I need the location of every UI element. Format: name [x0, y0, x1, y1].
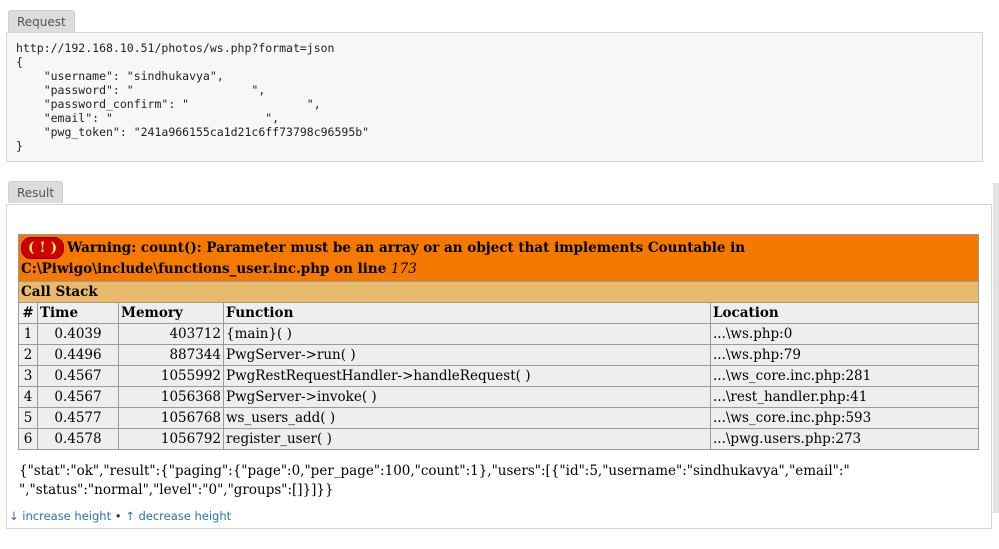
- request-panel: http://192.168.10.51/photos/ws.php?forma…: [6, 32, 983, 162]
- cell-memory: 887344: [118, 344, 224, 366]
- cell-time: 0.4578: [37, 428, 119, 450]
- warning-icon: ( ! ): [21, 237, 65, 259]
- cell-location: ...\ws_core.inc.php:593: [710, 407, 979, 429]
- tab-request[interactable]: Request: [8, 10, 75, 32]
- increase-height-link[interactable]: ↓ increase height: [9, 509, 111, 523]
- table-row: 3 0.4567 1055992 PwgRestRequestHandler->…: [18, 365, 979, 387]
- warning-message: ( ! ) Warning: count(): Parameter must be…: [18, 234, 979, 282]
- cell-memory: 1056368: [118, 386, 224, 408]
- column-header-function: Function: [223, 302, 711, 324]
- call-stack-header-row: # Time Memory Function Location: [18, 302, 979, 324]
- xdebug-error-table: ( ! ) Warning: count(): Parameter must be…: [18, 234, 979, 450]
- cell-memory: 1056792: [118, 428, 224, 450]
- cell-function: PwgServer->invoke( ): [223, 386, 711, 408]
- separator-dot: •: [114, 509, 122, 523]
- table-row: 5 0.4577 1056768 ws_users_add( ) ...\ws_…: [18, 407, 979, 429]
- cell-function: ws_users_add( ): [223, 407, 711, 429]
- cell-index: 2: [18, 344, 38, 366]
- height-controls: ↓ increase height • ↑ decrease height: [9, 509, 231, 523]
- table-row: 4 0.4567 1056368 PwgServer->invoke( ) ..…: [18, 386, 979, 408]
- table-row: 6 0.4578 1056792 register_user( ) ...\pw…: [18, 428, 979, 450]
- tab-result[interactable]: Result: [8, 181, 64, 203]
- cell-location: ...\rest_handler.php:41: [710, 386, 979, 408]
- cell-location: ...\ws.php:0: [710, 323, 979, 345]
- cell-function: {main}( ): [223, 323, 711, 345]
- table-row: 1 0.4039 403712 {main}( ) ...\ws.php:0: [18, 323, 979, 345]
- cell-index: 3: [18, 365, 38, 387]
- cell-memory: 1055992: [118, 365, 224, 387]
- json-response-text[interactable]: {"stat":"ok","result":{"paging":{"page":…: [19, 462, 979, 500]
- cell-index: 6: [18, 428, 38, 450]
- warning-text: Warning: count(): Parameter must be an a…: [21, 240, 746, 277]
- cell-time: 0.4567: [37, 386, 119, 408]
- cell-time: 0.4577: [37, 407, 119, 429]
- cell-memory: 1056768: [118, 407, 224, 429]
- column-header-memory: Memory: [118, 302, 224, 324]
- cell-time: 0.4496: [37, 344, 119, 366]
- request-body[interactable]: http://192.168.10.51/photos/ws.php?forma…: [7, 33, 982, 153]
- decrease-height-link[interactable]: ↑ decrease height: [125, 509, 231, 523]
- call-stack-title: Call Stack: [18, 281, 979, 303]
- cell-index: 4: [18, 386, 38, 408]
- cell-function: PwgServer->run( ): [223, 344, 711, 366]
- cell-function: register_user( ): [223, 428, 711, 450]
- column-header-index: #: [18, 302, 38, 324]
- cell-index: 1: [18, 323, 38, 345]
- cell-time: 0.4567: [37, 365, 119, 387]
- cell-location: ...\pwg.users.php:273: [710, 428, 979, 450]
- cell-location: ...\ws_core.inc.php:281: [710, 365, 979, 387]
- warning-line-number: 173: [391, 261, 417, 277]
- column-header-location: Location: [710, 302, 979, 324]
- table-row: 2 0.4496 887344 PwgServer->run( ) ...\ws…: [18, 344, 979, 366]
- column-header-time: Time: [37, 302, 119, 324]
- result-scrollbar[interactable]: [993, 183, 999, 513]
- cell-function: PwgRestRequestHandler->handleRequest( ): [223, 365, 711, 387]
- cell-time: 0.4039: [37, 323, 119, 345]
- cell-location: ...\ws.php:79: [710, 344, 979, 366]
- cell-index: 5: [18, 407, 38, 429]
- cell-memory: 403712: [118, 323, 224, 345]
